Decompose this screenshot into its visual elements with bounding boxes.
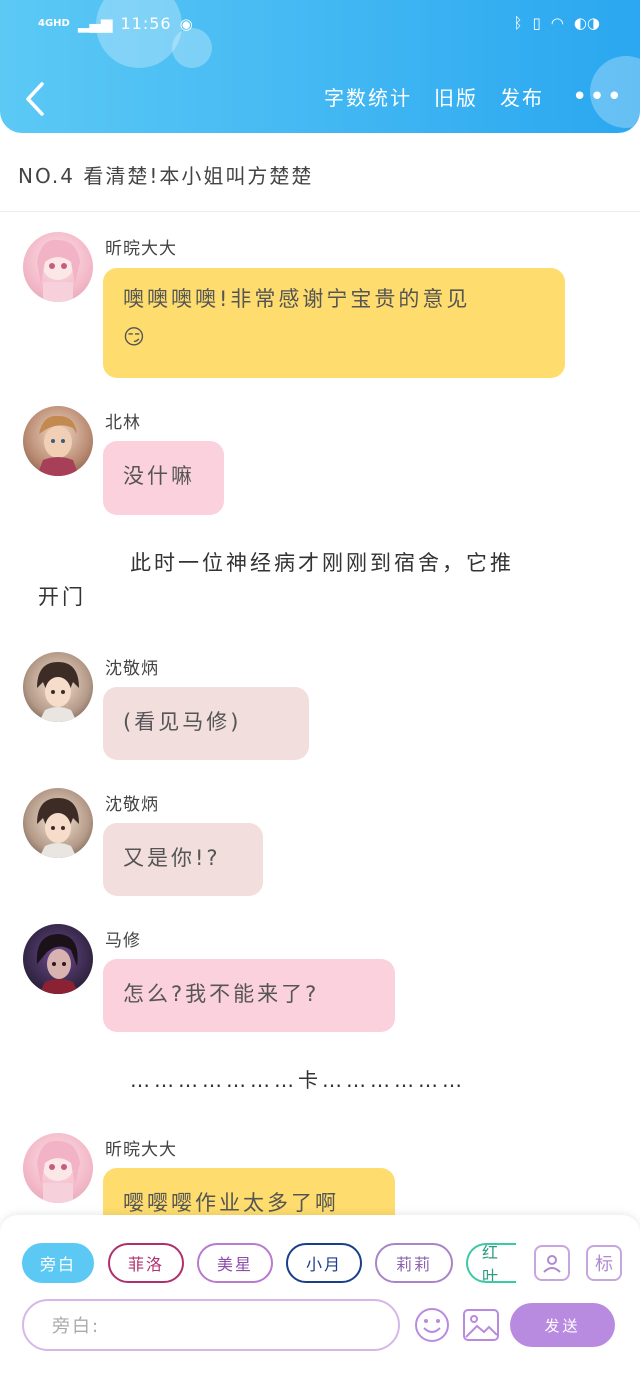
message-text: 又是你!? [123,846,221,870]
message-bubble: 没什嘛 [103,441,224,515]
role-chip[interactable]: 美星 [197,1243,273,1283]
sender-name: 昕晥大大 [105,239,177,259]
back-arrow-icon[interactable] [20,80,50,118]
avatar[interactable] [23,1133,93,1203]
compose-panel: 旁白 菲洛 美星 小月 莉莉 红叶 标 旁白: 发送 [0,1215,640,1387]
message-bubble: (看见马修) [103,687,309,760]
emoji-icon[interactable] [414,1307,450,1343]
avatar[interactable] [23,788,93,858]
narration-line: 此时一位神经病才刚刚到宿舍，它推 [130,551,514,575]
word-count-button[interactable]: 字数统计 [324,82,412,111]
character-card-icon[interactable] [534,1245,570,1281]
app-header: 4GHD ▂▄▆ 11:56 ◉ ᛒ ▯ ◠ ◐◑ 字数统计 旧版 发布 ••• [0,0,640,133]
message-bubble: 噢噢噢噢!非常感谢宁宝贵的意见 😏 [103,268,565,378]
anime-boy-brown-hair-avatar-icon [37,798,79,858]
message-text: 没什嘛 [123,464,195,488]
narration-text: 此时一位神经病才刚刚到宿舍，它推 开门 [38,546,608,614]
avatar[interactable] [23,232,93,302]
avatar[interactable] [23,924,93,994]
send-button[interactable]: 发送 [510,1303,615,1347]
bluetooth-icon: ᛒ [513,14,523,32]
boy-3d-avatar-icon [37,415,79,476]
battery-icon: ◐◑ [573,14,600,32]
publish-button[interactable]: 发布 [500,82,544,111]
app-notification-icon: ◉ [179,14,193,33]
role-chip[interactable]: 红叶 [466,1243,516,1283]
old-version-button[interactable]: 旧版 [434,82,478,111]
smirk-emoji-icon: 😏 [123,325,148,349]
anime-boy-brown-hair-avatar-icon [37,662,79,722]
tag-icon[interactable]: 标 [586,1245,622,1281]
message-text: (看见马修) [123,710,242,734]
divider [0,211,640,212]
message-bubble: 怎么?我不能来了? [103,959,395,1032]
message-bubble: 又是你!? [103,823,263,896]
sender-name: 马修 [105,931,141,951]
avatar[interactable] [23,406,93,476]
narration-line: 开门 [38,585,86,609]
sender-name: 北林 [105,413,141,433]
story-title[interactable]: NO.4 看清楚!本小姐叫方楚楚 [18,160,313,189]
anime-girl-pink-avatar-icon [37,1140,80,1203]
signal-icon: ▂▄▆ [77,14,113,33]
wifi-icon: ◠ [550,14,564,32]
ellipsis-narration: …………………卡……………… [130,1068,466,1092]
clock: 11:56 [120,14,172,33]
avatar[interactable] [23,652,93,722]
more-options-icon[interactable]: ••• [572,84,624,110]
network-indicator: 4GHD [38,17,70,29]
role-chip-narrator[interactable]: 旁白 [22,1243,94,1283]
image-icon[interactable] [462,1307,500,1343]
message-input[interactable]: 旁白: [22,1299,400,1351]
anime-girl-pink-avatar-icon [37,239,80,302]
role-chip[interactable]: 莉莉 [375,1243,453,1283]
role-chip[interactable]: 菲洛 [108,1243,184,1283]
sender-name: 昕晥大大 [105,1140,177,1160]
message-text: 噢噢噢噢!非常感谢宁宝贵的意见 [123,287,471,311]
dark-hair-character-avatar-icon [36,934,79,994]
message-text: 怎么?我不能来了? [123,982,320,1006]
sender-name: 沈敬炳 [105,659,159,679]
vibrate-icon: ▯ [532,14,541,32]
message-text: 嘤嘤嘤作业太多了啊 [123,1191,339,1215]
role-chip[interactable]: 小月 [286,1243,362,1283]
status-bar: 4GHD ▂▄▆ 11:56 ◉ ᛒ ▯ ◠ ◐◑ [0,10,640,40]
sender-name: 沈敬炳 [105,795,159,815]
